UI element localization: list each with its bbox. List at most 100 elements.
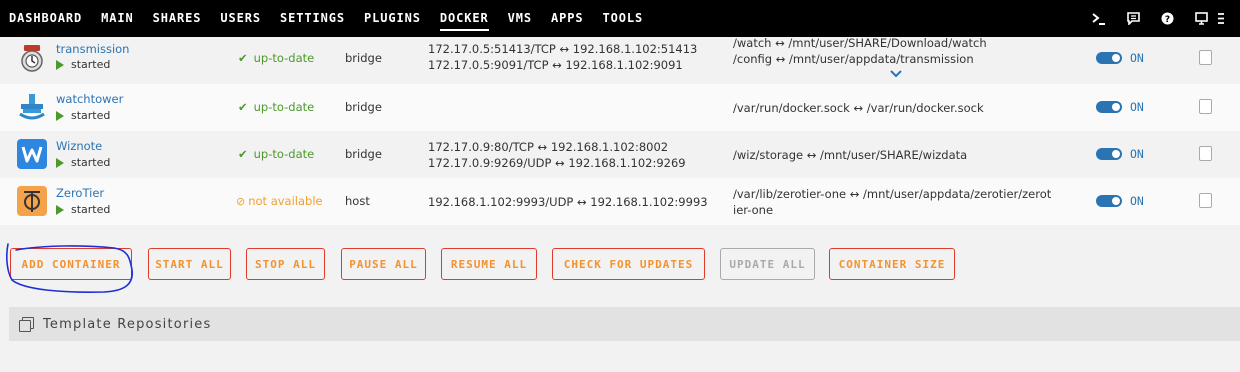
container-status-label: started (71, 203, 111, 216)
autostart-label: ON (1130, 147, 1144, 161)
port-mapping: 172.17.0.5:9091/TCP ↔ 192.168.1.102:9091 (428, 58, 683, 72)
container-row: Wiznote started ✔ up-to-date bridge 172.… (0, 131, 1240, 178)
volume-mapping: ier-one (733, 203, 774, 217)
port-mappings: 192.168.1.102:9993/UDP ↔ 192.168.1.102:9… (428, 194, 708, 210)
volume-mappings: /var/run/docker.sock ↔ /var/run/docker.s… (733, 100, 1068, 116)
autostart-toggle[interactable] (1096, 52, 1122, 64)
container-row: transmission started ✔ up-to-date bridge… (0, 35, 1240, 84)
volume-mapping: /wiz/storage ↔ /mnt/user/SHARE/wizdata (733, 148, 968, 162)
nav-menu: DASHBOARD MAIN SHARES USERS SETTINGS PLU… (9, 0, 662, 37)
feedback-icon[interactable] (1116, 0, 1150, 37)
play-icon (56, 204, 64, 215)
checkmark-icon: ✔ (238, 51, 248, 65)
volume-mapping: /var/lib/zerotier-one ↔ /mnt/user/appdat… (733, 187, 1052, 201)
wiznote-icon[interactable] (17, 139, 47, 169)
log-icon[interactable] (1199, 99, 1212, 114)
autostart-toggle[interactable] (1096, 101, 1122, 113)
container-row: watchtower started ✔ up-to-date bridge /… (0, 84, 1240, 131)
port-mapping: 172.17.0.9:80/TCP ↔ 192.168.1.102:8002 (428, 140, 669, 154)
nav-item-dashboard[interactable]: DASHBOARD (9, 0, 82, 37)
container-list: transmission started ✔ up-to-date bridge… (0, 35, 1240, 225)
terminal-icon[interactable] (1082, 0, 1116, 37)
container-name[interactable]: transmission (56, 42, 129, 56)
volume-mapping: /var/run/docker.sock ↔ /var/run/docker.s… (733, 101, 984, 115)
autostart-label: ON (1130, 194, 1144, 208)
nav-item-plugins[interactable]: PLUGINS (364, 0, 421, 37)
port-mappings: 172.17.0.9:80/TCP ↔ 192.168.1.102:8002 1… (428, 139, 686, 171)
update-status-label: up-to-date (253, 51, 315, 65)
monitor-icon[interactable] (1184, 0, 1218, 37)
update-status: ✔ up-to-date (238, 51, 314, 65)
play-icon (56, 157, 64, 168)
port-mappings: 172.17.0.5:51413/TCP ↔ 192.168.1.102:514… (428, 41, 697, 73)
container-status-label: started (71, 58, 111, 71)
start-all-button[interactable]: START ALL (148, 248, 231, 280)
container-status: started (56, 156, 110, 169)
stop-all-button[interactable]: STOP ALL (246, 248, 325, 280)
checkmark-icon: ✔ (238, 100, 248, 114)
port-mapping: 192.168.1.102:9993/UDP ↔ 192.168.1.102:9… (428, 195, 708, 209)
autostart-toggle[interactable] (1096, 195, 1122, 207)
container-name[interactable]: Wiznote (56, 139, 102, 153)
network-mode: host (345, 194, 370, 208)
check-for-updates-button[interactable]: CHECK FOR UPDATES (552, 248, 705, 280)
container-name[interactable]: ZeroTier (56, 186, 104, 200)
nav-item-docker[interactable]: DOCKER (439, 0, 489, 37)
nav-item-tools[interactable]: TOOLS (603, 0, 644, 37)
container-status: started (56, 109, 110, 122)
update-status-label: not available (248, 194, 323, 208)
volume-mapping: /watch ↔ /mnt/user/SHARE/Download/watch (733, 36, 987, 50)
play-icon (56, 59, 64, 70)
nav-item-shares[interactable]: SHARES (153, 0, 202, 37)
svg-text:?: ? (1164, 15, 1169, 25)
top-navigation: DASHBOARD MAIN SHARES USERS SETTINGS PLU… (0, 0, 1240, 37)
update-all-button[interactable]: UPDATE ALL (720, 248, 815, 280)
log-icon[interactable] (1199, 193, 1212, 208)
autostart-toggle[interactable] (1096, 148, 1122, 160)
container-name[interactable]: watchtower (56, 92, 123, 106)
log-icon[interactable] (1199, 50, 1212, 65)
log-icon[interactable] (1199, 146, 1212, 161)
volume-mappings: /wiz/storage ↔ /mnt/user/SHARE/wizdata (733, 147, 1068, 163)
update-status-label: up-to-date (253, 100, 315, 114)
nav-item-main[interactable]: MAIN (101, 0, 134, 37)
update-status: ⊘ not available (236, 194, 323, 208)
container-status: started (56, 203, 110, 216)
container-size-button[interactable]: CONTAINER SIZE (829, 248, 955, 280)
volume-mapping: /config ↔ /mnt/user/appdata/transmission (733, 52, 974, 66)
template-repositories-section[interactable]: Template Repositories (9, 307, 1240, 341)
checkmark-icon: ✔ (238, 147, 248, 161)
update-status: ✔ up-to-date (238, 147, 314, 161)
autostart-label: ON (1130, 51, 1144, 65)
resume-all-button[interactable]: RESUME ALL (441, 248, 537, 280)
container-status-label: started (71, 109, 111, 122)
zerotier-icon[interactable] (17, 186, 47, 216)
copy-icon (19, 317, 34, 332)
network-mode: bridge (345, 147, 382, 161)
transmission-icon[interactable] (17, 43, 47, 73)
pause-all-button[interactable]: PAUSE ALL (341, 248, 426, 280)
help-icon[interactable]: ? (1150, 0, 1184, 37)
chevron-down-icon[interactable] (890, 67, 902, 81)
volume-mappings: /watch ↔ /mnt/user/SHARE/Download/watch … (733, 35, 1068, 67)
add-container-button[interactable]: ADD CONTAINER (10, 248, 132, 280)
unlink-icon: ⊘ (236, 194, 246, 208)
port-mapping: 172.17.0.9:9269/UDP ↔ 192.168.1.102:9269 (428, 156, 686, 170)
more-icon[interactable] (1218, 0, 1240, 37)
port-mapping: 172.17.0.5:51413/TCP ↔ 192.168.1.102:514… (428, 42, 698, 56)
nav-item-settings[interactable]: SETTINGS (280, 0, 345, 37)
volume-mappings: /var/lib/zerotier-one ↔ /mnt/user/appdat… (733, 186, 1068, 218)
network-mode: bridge (345, 51, 382, 65)
update-status-label: up-to-date (253, 147, 315, 161)
play-icon (56, 110, 64, 121)
nav-item-users[interactable]: USERS (220, 0, 261, 37)
network-mode: bridge (345, 100, 382, 114)
action-bar: ADD CONTAINER START ALL STOP ALL PAUSE A… (0, 248, 1240, 280)
watchtower-icon[interactable] (17, 92, 47, 122)
update-status: ✔ up-to-date (238, 100, 314, 114)
autostart-label: ON (1130, 100, 1144, 114)
nav-item-vms[interactable]: VMS (508, 0, 532, 37)
container-status-label: started (71, 156, 111, 169)
nav-item-apps[interactable]: APPS (551, 0, 584, 37)
template-repositories-title: Template Repositories (43, 316, 212, 332)
